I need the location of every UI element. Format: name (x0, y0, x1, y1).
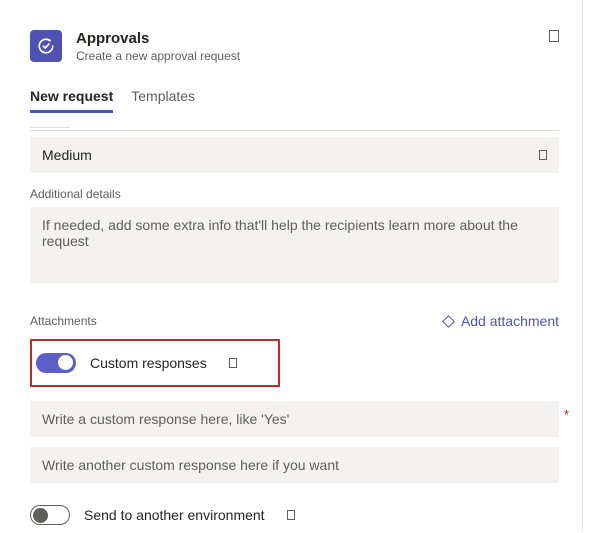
additional-details-label: Additional details (30, 187, 559, 201)
custom-responses-label: Custom responses (90, 355, 207, 371)
custom-responses-highlight: Custom responses (30, 339, 280, 387)
dialog-header: Approvals Create a new approval request (30, 30, 559, 64)
custom-responses-toggle[interactable] (36, 353, 76, 373)
required-star: * (564, 407, 569, 422)
approvals-dialog: Approvals Create a new approval request … (0, 0, 589, 533)
custom-response-1-input[interactable]: Write a custom response here, like 'Yes' (30, 401, 559, 437)
app-subtitle: Create a new approval request (76, 48, 240, 64)
approvals-app-icon (30, 30, 62, 62)
additional-details-input[interactable]: If needed, add some extra info that'll h… (30, 207, 559, 283)
scrollbar-track[interactable] (582, 0, 583, 531)
info-icon[interactable] (287, 510, 295, 520)
send-environment-row: Send to another environment (30, 497, 559, 533)
divider (30, 130, 559, 131)
attachments-label: Attachments (30, 314, 97, 328)
app-title: Approvals (76, 30, 240, 48)
tab-new-request[interactable]: New request (30, 82, 113, 112)
add-attachment-button[interactable]: Add attachment (444, 313, 559, 329)
info-icon[interactable] (229, 358, 237, 368)
response2-placeholder: Write another custom response here if yo… (42, 457, 339, 473)
send-environment-toggle[interactable] (30, 505, 70, 525)
add-attachment-label: Add attachment (461, 313, 559, 329)
send-environment-label: Send to another environment (84, 507, 265, 523)
header-text: Approvals Create a new approval request (76, 30, 240, 64)
response1-placeholder: Write a custom response here, like 'Yes' (42, 411, 289, 427)
toggle-knob (58, 355, 73, 370)
custom-response-2-input[interactable]: Write another custom response here if yo… (30, 447, 559, 483)
priority-value: Medium (42, 147, 92, 163)
attach-icon (442, 315, 455, 328)
chevron-down-icon (539, 150, 547, 160)
toggle-knob (33, 508, 48, 523)
divider (30, 127, 70, 128)
details-placeholder: If needed, add some extra info that'll h… (42, 217, 547, 249)
close-icon[interactable] (549, 30, 559, 42)
tab-templates[interactable]: Templates (131, 82, 195, 112)
tab-bar: New request Templates (30, 82, 559, 113)
priority-select[interactable]: Medium (30, 137, 559, 173)
